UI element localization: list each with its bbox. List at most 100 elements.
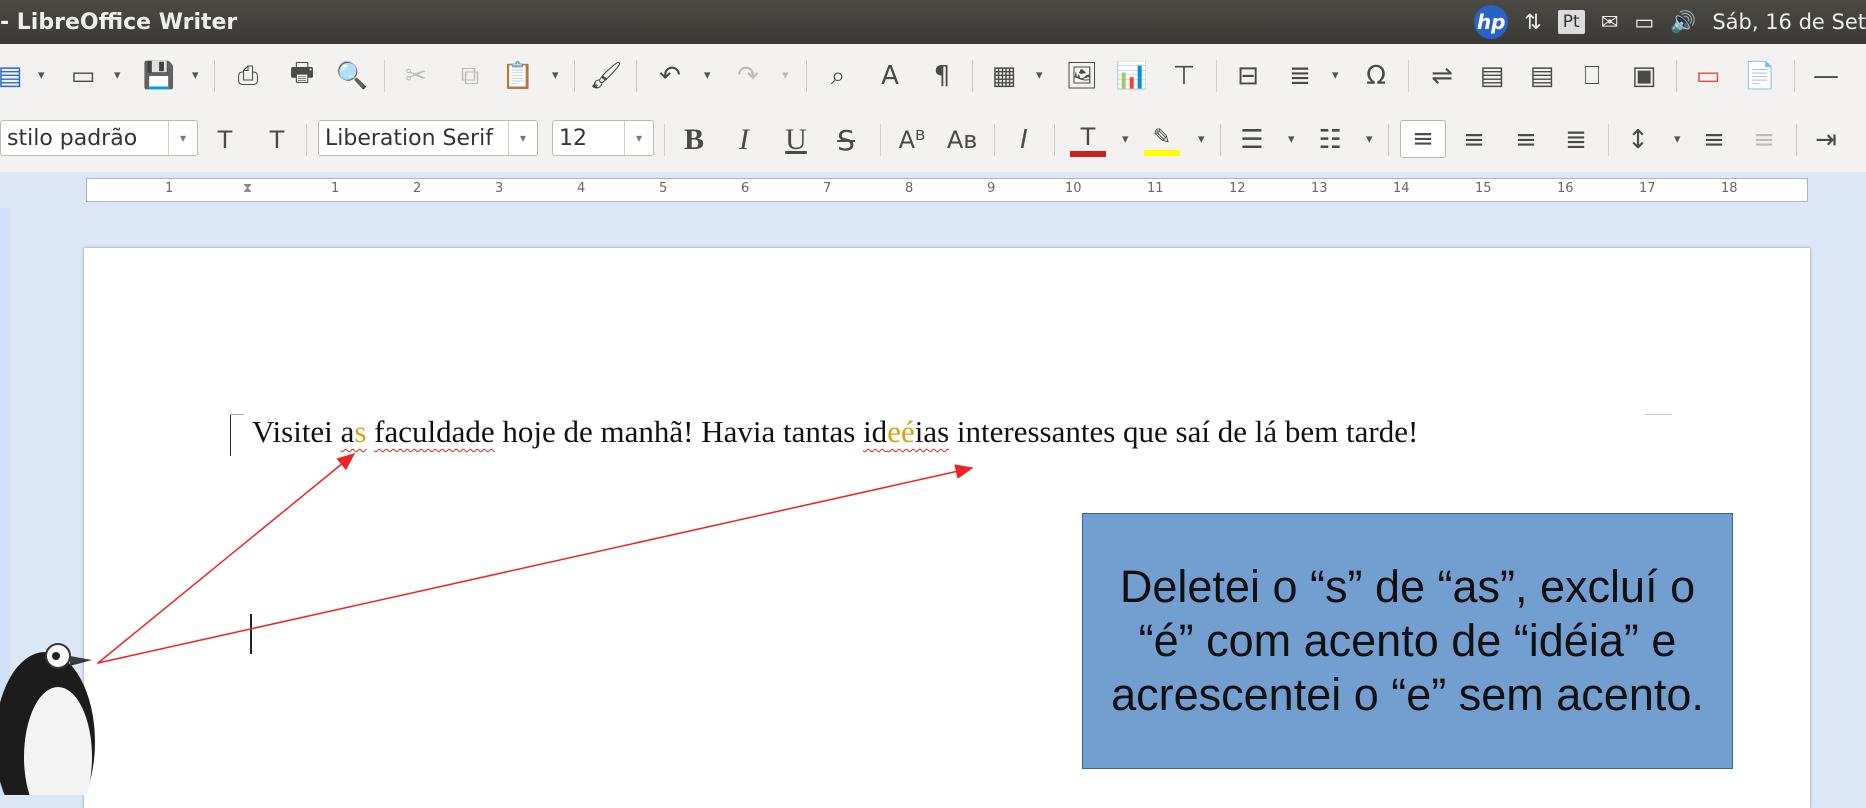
ruler-number: 17 — [1639, 181, 1656, 196]
undo-dropdown-icon[interactable]: ▾ — [704, 68, 711, 83]
save-dropdown-icon[interactable]: ▾ — [192, 68, 199, 83]
special-character-icon[interactable]: Ω — [1358, 58, 1394, 94]
chevron-down-icon[interactable]: ▾ — [168, 121, 197, 155]
ordered-list-icon[interactable]: ☷ — [1312, 122, 1348, 158]
strikethrough-icon[interactable]: S — [828, 122, 864, 158]
separator — [1676, 60, 1677, 92]
clock[interactable]: Sáb, 16 de Set — [1712, 10, 1866, 34]
highlight-dropdown-icon[interactable]: ▾ — [1198, 132, 1205, 147]
text-segment: id — [863, 414, 888, 449]
decrease-paragraph-spacing-icon[interactable]: ≡ — [1746, 122, 1782, 158]
insert-bookmark-icon[interactable]: ⎕ — [1574, 58, 1610, 94]
font-color-icon[interactable]: T — [1068, 122, 1108, 158]
underline-icon[interactable]: U — [778, 122, 814, 158]
copy-icon[interactable]: ⧉ — [452, 58, 488, 94]
unordered-list-icon[interactable]: ☰ — [1234, 122, 1270, 158]
insert-image-icon[interactable]: 🖼 — [1064, 58, 1100, 94]
insert-cross-reference-icon[interactable]: ▣ — [1626, 58, 1662, 94]
ordered-list-dropdown-icon[interactable]: ▾ — [1366, 132, 1373, 147]
cut-icon[interactable]: ✂ — [398, 58, 434, 94]
insert-page-break-icon[interactable]: ⊟ — [1230, 58, 1266, 94]
chevron-down-icon[interactable]: ▾ — [624, 121, 653, 155]
formatting-marks-icon[interactable]: ¶ — [924, 58, 960, 94]
insert-chart-icon[interactable]: 📊 — [1114, 58, 1150, 94]
paste-dropdown-icon[interactable]: ▾ — [552, 68, 559, 83]
annotation-callout: Deletei o “s” de “as”, excluí o “é” com … — [1082, 513, 1733, 769]
paragraph-style-value: stilo padrão — [7, 125, 138, 151]
hp-logo-icon[interactable]: hp — [1474, 5, 1509, 39]
separator — [306, 124, 307, 156]
increase-indent-icon[interactable]: ⇥ — [1808, 122, 1844, 158]
redo-icon[interactable]: ↷ — [730, 58, 766, 94]
battery-icon[interactable]: ▭ — [1634, 10, 1654, 34]
align-center-icon[interactable]: ≡ — [1456, 122, 1492, 158]
insert-text-box-icon[interactable]: ⊤ — [1166, 58, 1202, 94]
table-dropdown-icon[interactable]: ▾ — [1036, 68, 1043, 83]
document-paragraph[interactable]: Visitei as faculdade hoje de manhã! Havi… — [252, 414, 1418, 450]
annotation-line: acrescentei o “e” sem acento. — [1111, 669, 1704, 720]
volume-icon[interactable]: 🔊 — [1670, 10, 1696, 35]
network-icon[interactable]: ⇅ — [1524, 10, 1542, 34]
insert-endnote-icon[interactable]: ▤ — [1524, 58, 1560, 94]
new-document-icon[interactable]: ▤ — [0, 58, 22, 94]
clear-formatting-icon[interactable]: I — [1006, 122, 1042, 158]
insert-comment-icon[interactable]: ▭ — [1690, 58, 1726, 94]
paragraph-style-combo[interactable]: stilo padrão ▾ — [0, 120, 198, 156]
font-color-dropdown-icon[interactable]: ▾ — [1122, 132, 1129, 147]
ruler-number: 1 — [165, 181, 174, 196]
horizontal-ruler[interactable]: 1 ⧗ 1 2 3 4 5 6 7 8 9 10 11 12 13 14 15 … — [86, 178, 1808, 202]
line-spacing-dropdown-icon[interactable]: ▾ — [1674, 132, 1681, 147]
ruler-number: 8 — [905, 181, 914, 196]
line-spacing-icon[interactable]: ↕ — [1620, 122, 1656, 158]
justify-icon[interactable]: ≣ — [1558, 122, 1594, 158]
undo-icon[interactable]: ↶ — [652, 58, 688, 94]
print-icon[interactable]: 🖶 — [284, 58, 320, 94]
separator — [972, 60, 973, 92]
clone-formatting-icon[interactable]: 🖌 — [588, 58, 624, 94]
track-changes-icon[interactable]: 📄 — [1742, 58, 1778, 94]
update-style-icon[interactable]: T — [208, 122, 242, 158]
separator — [1608, 124, 1609, 156]
ruler-number: 9 — [987, 181, 996, 196]
field-dropdown-icon[interactable]: ▾ — [1332, 68, 1339, 83]
unordered-list-dropdown-icon[interactable]: ▾ — [1288, 132, 1295, 147]
new-dropdown-icon[interactable]: ▾ — [38, 68, 45, 83]
align-right-icon[interactable]: ≡ — [1508, 122, 1544, 158]
export-pdf-icon[interactable]: ⎙ — [230, 58, 266, 94]
insert-line-icon[interactable]: — — [1808, 58, 1844, 94]
penguin-mascot-icon — [0, 643, 95, 795]
misspelled-word-as[interactable]: as — [341, 414, 367, 449]
align-left-icon[interactable]: ≡ — [1400, 120, 1446, 158]
font-size-value: 12 — [559, 125, 587, 151]
chevron-down-icon[interactable]: ▾ — [508, 121, 537, 155]
open-dropdown-icon[interactable]: ▾ — [114, 68, 121, 83]
insert-field-icon[interactable]: ≣ — [1282, 58, 1318, 94]
spelling-icon[interactable]: A — [872, 58, 908, 94]
bold-icon[interactable]: B — [676, 122, 712, 158]
redo-dropdown-icon[interactable]: ▾ — [782, 68, 789, 83]
insert-table-icon[interactable]: ▦ — [986, 58, 1022, 94]
misspelled-word-ideias[interactable]: ideéias — [863, 414, 949, 449]
paste-icon[interactable]: 📋 — [500, 58, 536, 94]
insert-hyperlink-icon[interactable]: ⇌ — [1424, 58, 1460, 94]
open-icon[interactable]: ▭ — [66, 58, 100, 94]
find-replace-icon[interactable]: ⌕ — [820, 58, 856, 94]
italic-icon[interactable]: I — [726, 122, 762, 158]
print-preview-icon[interactable]: 🔍 — [334, 58, 370, 94]
new-style-icon[interactable]: T — [260, 122, 294, 158]
mail-icon[interactable]: ✉ — [1601, 10, 1619, 34]
keyboard-layout-indicator[interactable]: Pt — [1557, 10, 1585, 34]
subscript-icon[interactable]: Aʙ — [944, 122, 980, 158]
save-icon[interactable]: 💾 — [142, 58, 176, 94]
insert-footnote-icon[interactable]: ▤ — [1474, 58, 1510, 94]
superscript-icon[interactable]: Aᴮ — [894, 122, 930, 158]
ruler-number: 15 — [1475, 181, 1492, 196]
highlight-color-icon[interactable]: ✎ — [1142, 122, 1182, 158]
increase-paragraph-spacing-icon[interactable]: ≡ — [1696, 122, 1732, 158]
separator — [1054, 124, 1055, 156]
indent-marker-icon[interactable]: ⧗ — [243, 181, 252, 196]
misspelled-word-faculdade[interactable]: faculdade — [374, 414, 494, 449]
separator — [1220, 124, 1221, 156]
font-name-combo[interactable]: Liberation Serif ▾ — [318, 120, 538, 156]
font-size-combo[interactable]: 12 ▾ — [552, 120, 654, 156]
